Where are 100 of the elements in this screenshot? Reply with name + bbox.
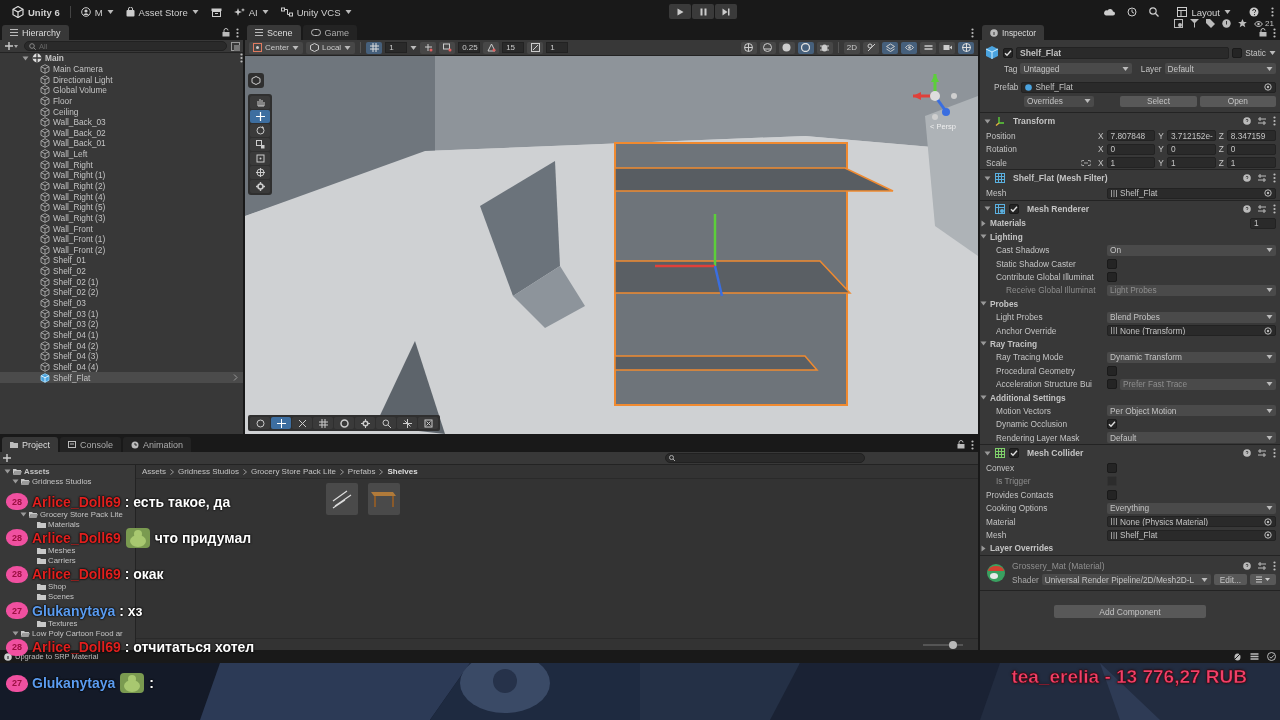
component-title[interactable]: Mesh Renderer xyxy=(1027,203,1090,214)
target-icon[interactable] xyxy=(1264,326,1272,335)
circle-button[interactable] xyxy=(334,417,354,429)
panel-tab[interactable]: Animation xyxy=(123,437,192,452)
play-button[interactable] xyxy=(669,4,691,19)
link-icon[interactable] xyxy=(1081,159,1091,166)
section-label[interactable]: Lighting xyxy=(990,231,1023,242)
component-title[interactable]: Shelf_Flat (Mesh Filter) xyxy=(1013,173,1108,184)
checked-checkbox[interactable] xyxy=(1009,448,1019,459)
gizmo-button[interactable] xyxy=(958,41,974,54)
select-button[interactable]: Select xyxy=(1120,95,1197,107)
number-field[interactable]: 1 xyxy=(1106,157,1156,169)
hierarchy-item[interactable]: Wall_Right (1) xyxy=(0,170,243,181)
checkbox[interactable] xyxy=(1107,489,1117,500)
asset-store-button[interactable]: Asset Store xyxy=(119,3,205,21)
layers-button[interactable] xyxy=(882,41,898,54)
dropdown[interactable]: Per Object Motion xyxy=(1107,405,1276,417)
snap-field[interactable]: 0.25 xyxy=(458,42,481,53)
shader-dropdown[interactable]: Universal Render Pipeline/2D/Mesh2D-L xyxy=(1041,574,1211,586)
help-icon[interactable] xyxy=(1243,174,1251,183)
section-label[interactable]: Additional Settings xyxy=(990,392,1066,403)
hierarchy-item[interactable]: Ceiling xyxy=(0,106,243,117)
hierarchy-item[interactable]: Global Volume xyxy=(0,84,243,96)
scene-visibility-icon[interactable] xyxy=(231,41,240,51)
expand-arrow-icon[interactable] xyxy=(980,394,987,401)
breadcrumb-link[interactable]: Shelves xyxy=(387,467,418,476)
checkbox[interactable] xyxy=(1107,365,1117,376)
number-field[interactable]: 3.712152e- xyxy=(1166,130,1216,142)
object-field[interactable]: Shelf_Flat xyxy=(1107,529,1276,541)
hierarchy-item[interactable]: Shelf_04 (1) xyxy=(0,329,243,341)
circle-button[interactable] xyxy=(778,41,795,54)
help-icon[interactable] xyxy=(1243,117,1251,126)
checkbox[interactable] xyxy=(1107,463,1117,474)
step-button[interactable] xyxy=(715,4,737,19)
scale-snap-field[interactable]: 1 xyxy=(546,42,569,53)
rotate-snap-button[interactable] xyxy=(483,41,500,54)
checked-checkbox[interactable] xyxy=(1107,419,1117,430)
more-icon[interactable] xyxy=(240,53,243,64)
section-label[interactable]: Probes xyxy=(990,298,1019,309)
hierarchy-item[interactable]: Shelf_02 (1) xyxy=(0,276,243,288)
search-icon[interactable] xyxy=(1149,7,1160,17)
collapse-arrow-icon[interactable] xyxy=(980,219,987,227)
target-icon[interactable] xyxy=(1264,83,1272,92)
tag-icon[interactable] xyxy=(1206,19,1216,28)
open-button[interactable]: Open xyxy=(1199,95,1276,107)
expand-arrow-icon[interactable] xyxy=(980,340,987,348)
view-tab[interactable]: Game xyxy=(302,25,358,40)
hierarchy-item[interactable]: Shelf_Flat xyxy=(0,372,243,383)
lock-icon[interactable] xyxy=(957,440,965,449)
presets-icon[interactable] xyxy=(1258,204,1266,213)
stack-icon[interactable] xyxy=(1250,652,1259,661)
hierarchy-item[interactable]: Main xyxy=(0,53,243,64)
dropdown[interactable]: Default xyxy=(1107,432,1276,444)
expand-arrow-icon[interactable] xyxy=(984,205,991,213)
hierarchy-item[interactable]: Wall_Right (5) xyxy=(0,201,243,213)
presets-icon[interactable] xyxy=(1258,117,1266,126)
angle-snap-field[interactable]: 15 xyxy=(502,42,525,53)
number-field[interactable]: 1 xyxy=(1166,157,1216,169)
overrides-dropdown[interactable]: Overrides xyxy=(1024,95,1095,107)
hierarchy-item[interactable]: Wall_Back_01 xyxy=(0,138,243,149)
space-dropdown[interactable]: Local xyxy=(306,41,356,54)
tag-dropdown[interactable]: Untagged xyxy=(1020,63,1132,75)
pivot-dropdown[interactable]: Center xyxy=(249,41,303,54)
presets-icon[interactable] xyxy=(1258,449,1266,458)
pause-button[interactable] xyxy=(692,4,714,19)
shelf-thumbnail[interactable] xyxy=(368,483,400,515)
name-field[interactable]: Shelf_Flat xyxy=(1016,47,1230,59)
add-button[interactable] xyxy=(3,42,20,50)
more-icon[interactable] xyxy=(1273,448,1276,459)
grid-button[interactable] xyxy=(366,41,383,54)
panel-tab[interactable]: Console xyxy=(60,437,122,452)
more-icon[interactable] xyxy=(1273,203,1276,214)
ai-button[interactable]: AI xyxy=(227,3,275,21)
object-field[interactable]: Shelf_Flat xyxy=(1021,81,1276,93)
snap-button[interactable] xyxy=(420,41,437,54)
globe-button[interactable] xyxy=(740,41,757,54)
add-component-button[interactable]: Add Component xyxy=(1054,605,1206,619)
hierarchy-item[interactable]: Wall_Front xyxy=(0,223,243,234)
dropdown[interactable]: Everything xyxy=(1107,502,1276,514)
filter-type-icon[interactable] xyxy=(1174,19,1184,28)
x-button[interactable] xyxy=(292,417,312,429)
eye-button[interactable] xyxy=(901,41,917,54)
hierarchy-item[interactable]: Wall_Right (2) xyxy=(0,180,243,192)
view-tab[interactable]: Scene xyxy=(247,25,301,40)
scale-snap-button[interactable] xyxy=(527,41,544,54)
2d-toggle[interactable]: 2D xyxy=(843,41,860,54)
camera-button[interactable] xyxy=(939,41,955,54)
expand-arrow-icon[interactable] xyxy=(12,629,19,637)
dropdown[interactable]: Dynamic Transform xyxy=(1107,351,1276,363)
expand-arrow-icon[interactable] xyxy=(984,117,991,125)
move-button[interactable] xyxy=(271,417,291,429)
dropdown[interactable]: Blend Probes xyxy=(1107,311,1276,323)
filter-icon[interactable] xyxy=(1190,19,1200,28)
breadcrumb-link[interactable]: Gridness Studios xyxy=(178,467,239,476)
hierarchy-item[interactable]: Wall_Front (2) xyxy=(0,244,243,256)
check-circle-icon[interactable] xyxy=(1267,652,1276,661)
expand-arrow-icon[interactable] xyxy=(12,477,19,485)
number-field[interactable]: 0 xyxy=(1166,143,1216,155)
hierarchy-item[interactable]: Wall_Front (1) xyxy=(0,233,243,245)
star-icon[interactable] xyxy=(1238,19,1248,28)
